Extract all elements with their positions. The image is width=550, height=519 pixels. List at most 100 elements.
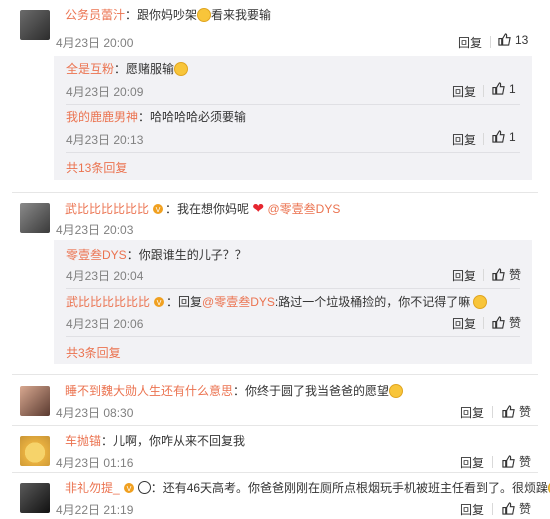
reply-button[interactable]: 回复 — [460, 501, 484, 518]
comment-body: 你终于圆了我当爸爸的愿望 — [245, 384, 390, 398]
vip-badge-icon: V — [154, 297, 165, 307]
reply-body: 愿赌服输 — [126, 62, 175, 76]
mention-link[interactable]: @零壹叁DYS — [267, 202, 340, 216]
reply-body: 哈哈哈哈必须要输 — [150, 110, 247, 124]
timestamp: 4月23日 20:00 — [56, 36, 134, 50]
sad-emoji-icon — [473, 295, 488, 309]
avatar[interactable] — [20, 483, 50, 513]
reply-text: 零壹叁DYS：你跟谁生的儿子？？ — [66, 246, 247, 264]
username-link[interactable]: 公务员蕾汁 — [65, 8, 125, 22]
comment-text: 睡不到魏大勋人生还有什么意思：你终于圆了我当爸爸的愿望 — [65, 382, 404, 400]
colon: ： — [114, 62, 127, 76]
reply-box: 全是互粉：愿赌服输 4月23日 20:09 回复 1 我的鹿鹿男神：哈哈哈哈必须… — [54, 56, 532, 180]
like-label: 赞 — [509, 316, 522, 330]
thumbs-up-icon — [492, 316, 505, 329]
like-count: 13 — [515, 33, 529, 47]
comment-item: 非礼勿提_ V ：还有46天高考。你爸爸刚刚在厕所点根烟玩手机被班主任看到了。很烦躁… — [0, 475, 550, 519]
comment-body: 我在想你妈呢 — [177, 202, 250, 216]
panda-icon — [137, 481, 151, 494]
divider — [66, 336, 520, 337]
crying-emoji-icon — [389, 384, 404, 398]
colon: ： — [126, 248, 139, 262]
divider — [490, 36, 491, 48]
reply-body: 你跟谁生的儿子？？ — [138, 248, 247, 262]
comment-text: 公务员蕾汁：跟你妈吵架 看来我要输 — [65, 6, 271, 24]
like-button[interactable]: 赞 — [492, 266, 521, 283]
colon: ： — [101, 434, 114, 448]
comment-body: 跟你妈吵架 — [137, 8, 198, 22]
like-button[interactable]: 赞 — [502, 453, 531, 470]
divider — [66, 288, 520, 289]
like-label: 赞 — [509, 268, 522, 282]
username-link[interactable]: 武比比比比比比 — [65, 202, 149, 216]
colon: ： — [125, 8, 138, 22]
reply-prefix: ：回复 — [166, 295, 203, 309]
comment-item: 公务员蕾汁：跟你妈吵架 看来我要输 4月23日 20:00 回复 13 全是互粉：… — [0, 0, 550, 180]
like-label: 赞 — [519, 455, 532, 469]
reply-button[interactable]: 回复 — [452, 83, 476, 100]
svg-text:V: V — [157, 299, 162, 307]
reply-button[interactable]: 回复 — [452, 315, 476, 332]
timestamp: 4月23日 20:09 — [66, 85, 144, 99]
like-button[interactable]: 赞 — [502, 500, 531, 517]
username-link[interactable]: 睡不到魏大勋人生还有什么意思 — [65, 384, 233, 398]
like-button[interactable]: 赞 — [502, 403, 531, 420]
svg-text:V: V — [126, 485, 131, 493]
avatar[interactable] — [20, 10, 50, 40]
divider — [483, 133, 484, 145]
heart-icon: ❤ — [252, 200, 265, 216]
vip-badge-icon: V — [123, 483, 134, 493]
divider — [66, 104, 520, 105]
username-link[interactable]: 车抛锚 — [65, 434, 101, 448]
mention-link[interactable]: @零壹叁DYS — [202, 295, 275, 309]
thumbs-up-icon — [498, 33, 511, 46]
comment-text: 车抛锚：儿啊，你咋从来不回复我 — [65, 432, 245, 450]
reply-button[interactable]: 回复 — [460, 454, 484, 471]
timestamp: 4月23日 20:13 — [66, 133, 144, 147]
username-link[interactable]: 我的鹿鹿男神 — [66, 110, 138, 124]
username-link[interactable]: 全是互粉 — [66, 62, 114, 76]
reply-text: 我的鹿鹿男神：哈哈哈哈必须要输 — [66, 108, 246, 126]
like-label: 赞 — [519, 405, 532, 419]
avatar[interactable] — [20, 436, 50, 466]
username-link[interactable]: 武比比比比比比 — [66, 295, 150, 309]
svg-text:V: V — [156, 206, 161, 214]
more-replies-link[interactable]: 共3条回复 — [66, 344, 121, 361]
comment-body: 儿啊，你咋从来不回复我 — [113, 434, 246, 448]
timestamp: 4月23日 20:06 — [66, 317, 144, 331]
reply-button[interactable]: 回复 — [460, 404, 484, 421]
comment-separator — [12, 425, 538, 426]
comment-item: 武比比比比比比 V ：我在想你妈呢 ❤ @零壹叁DYS 4月23日 20:03 零壹… — [0, 195, 550, 370]
comment-text: 武比比比比比比 V ：我在想你妈呢 ❤ @零壹叁DYS — [65, 199, 340, 218]
comment-item: 睡不到魏大勋人生还有什么意思：你终于圆了我当爸爸的愿望 4月23日 08:30 … — [0, 378, 550, 422]
timestamp: 4月23日 20:03 — [56, 223, 134, 237]
username-link[interactable]: 零壹叁DYS — [66, 248, 127, 262]
like-button[interactable]: 赞 — [492, 314, 521, 331]
colon: ： — [138, 110, 151, 124]
reply-text: 全是互粉：愿赌服输 — [66, 60, 189, 78]
reply-button[interactable]: 回复 — [452, 267, 476, 284]
colon: ： — [165, 202, 178, 216]
smile-emoji-icon — [174, 62, 189, 76]
avatar[interactable] — [20, 203, 50, 233]
like-button[interactable]: 1 — [492, 82, 516, 96]
more-replies-link[interactable]: 共13条回复 — [66, 159, 127, 176]
thumbs-up-icon — [502, 502, 515, 515]
like-button[interactable]: 1 — [492, 130, 516, 144]
like-button[interactable]: 13 — [498, 33, 528, 47]
avatar[interactable] — [20, 386, 50, 416]
comment-text: 非礼勿提_ V ：还有46天高考。你爸爸刚刚在厕所点根烟玩手机被班主任看到了。很烦躁 — [65, 479, 550, 497]
divider — [483, 85, 484, 97]
comment-item: 车抛锚：儿啊，你咋从来不回复我 4月23日 01:16 回复 赞 — [0, 428, 550, 472]
reply-box: 零壹叁DYS：你跟谁生的儿子？？ 4月23日 20:04 回复 赞 武比比比比比… — [54, 240, 532, 364]
reply-button[interactable]: 回复 — [452, 131, 476, 148]
reply-button[interactable]: 回复 — [458, 34, 482, 51]
comment-separator — [12, 192, 538, 193]
like-count: 1 — [509, 130, 516, 144]
thumbs-up-icon — [502, 455, 515, 468]
colon: ： — [233, 384, 246, 398]
username-link[interactable]: 非礼勿提_ — [65, 481, 120, 495]
timestamp: 4月23日 01:16 — [56, 456, 134, 470]
comment-separator — [12, 472, 538, 473]
divider — [492, 503, 493, 515]
